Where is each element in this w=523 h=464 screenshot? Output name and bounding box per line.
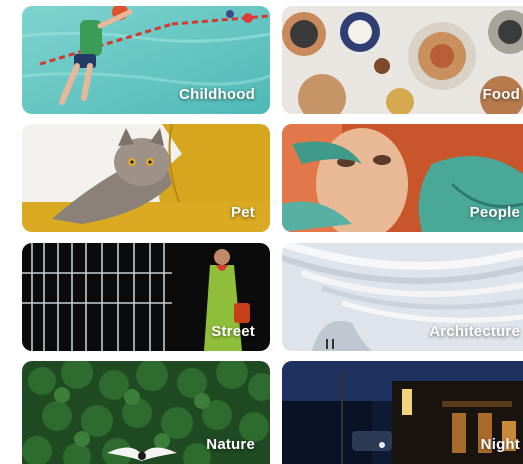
category-label: Childhood [179, 86, 255, 103]
category-grid: Childhood Food Pet People Street Archite… [0, 0, 523, 464]
category-card-childhood[interactable]: Childhood [22, 6, 270, 114]
category-label: Night [480, 436, 520, 453]
category-label: People [469, 204, 520, 221]
category-label: Street [211, 323, 255, 340]
category-card-night[interactable]: Night [282, 361, 523, 464]
category-card-nature[interactable]: Nature [22, 361, 270, 464]
category-card-pet[interactable]: Pet [22, 124, 270, 232]
category-card-people[interactable]: People [282, 124, 523, 232]
category-card-street[interactable]: Street [22, 243, 270, 351]
category-label: Pet [231, 204, 255, 221]
category-card-food[interactable]: Food [282, 6, 523, 114]
category-label: Nature [206, 436, 255, 453]
category-label: Architecture [429, 323, 520, 340]
category-card-architecture[interactable]: Architecture [282, 243, 523, 351]
category-label: Food [482, 86, 520, 103]
